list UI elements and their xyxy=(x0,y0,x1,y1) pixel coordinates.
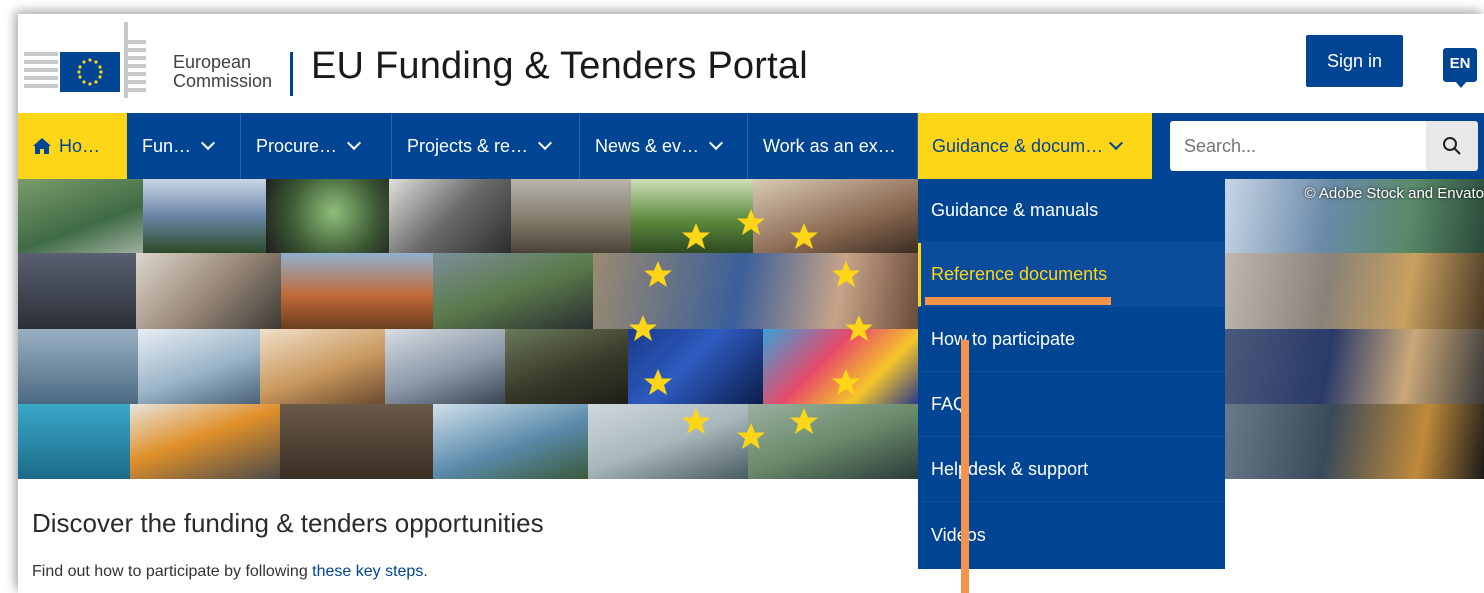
chevron-down-icon xyxy=(1109,135,1124,151)
key-steps-link[interactable]: these key steps xyxy=(312,563,423,580)
intro-text-suffix: . xyxy=(423,563,428,580)
commission-name: European Commission xyxy=(173,53,272,91)
search-button[interactable] xyxy=(1426,121,1478,171)
banner-image-harvest xyxy=(1225,253,1484,329)
banner-image-camera-lens xyxy=(1225,404,1484,479)
hero-banner-collage: © Adobe Stock and Envato xyxy=(18,179,1484,479)
chevron-down-icon xyxy=(200,135,216,151)
eu-stars-overlay xyxy=(629,209,873,449)
header-divider xyxy=(290,52,293,96)
nav-item-news[interactable]: News & ev… xyxy=(581,113,748,179)
search-input[interactable] xyxy=(1170,121,1428,171)
page-heading: Discover the funding & tenders opportuni… xyxy=(32,508,544,538)
main-navigation: Ho… Fun… Procure… Projects & re… News & … xyxy=(18,113,1484,179)
nav-label-news: News & ev… xyxy=(595,135,700,156)
menu-item-guidance-manuals[interactable]: Guidance & manuals xyxy=(918,179,1225,243)
nav-item-home[interactable]: Ho… xyxy=(18,113,127,179)
org-line-2: Commission xyxy=(173,71,273,91)
intro-text-prefix: Find out how to participate by following xyxy=(32,563,313,580)
home-icon xyxy=(33,138,51,154)
nav-item-procurement[interactable]: Procure… xyxy=(242,113,392,179)
sign-in-button[interactable]: Sign in xyxy=(1306,35,1403,87)
nav-label-home: Ho… xyxy=(59,135,101,156)
search-icon xyxy=(1443,137,1461,155)
chevron-down-icon xyxy=(537,135,553,151)
nav-item-projects[interactable]: Projects & re… xyxy=(393,113,580,179)
nav-item-work-as-expert[interactable]: Work as an ex… xyxy=(749,113,918,179)
site-header: European Commission EU Funding & Tenders… xyxy=(18,14,1484,113)
nav-label-projects: Projects & re… xyxy=(407,135,529,156)
annotation-pointer-line xyxy=(961,340,969,593)
european-commission-logo[interactable] xyxy=(24,22,146,98)
nav-label-funding: Fun… xyxy=(142,135,192,156)
language-selector[interactable]: EN xyxy=(1443,48,1477,88)
nav-label-work-as-expert: Work as an ex… xyxy=(763,135,896,156)
annotation-underline xyxy=(925,297,1111,305)
chevron-down-icon xyxy=(346,135,362,151)
nav-item-funding[interactable]: Fun… xyxy=(128,113,241,179)
chevron-down-icon xyxy=(708,135,724,151)
intro-text: Find out how to participate by following… xyxy=(32,563,428,581)
nav-label-procurement: Procure… xyxy=(256,135,338,156)
browser-page: European Commission EU Funding & Tenders… xyxy=(18,14,1484,593)
image-credit: © Adobe Stock and Envato xyxy=(1304,185,1484,202)
portal-title[interactable]: EU Funding & Tenders Portal xyxy=(311,45,808,88)
org-line-1: European xyxy=(173,52,252,72)
nav-label-guidance: Guidance & docum… xyxy=(932,135,1104,156)
banner-image-industry-bike xyxy=(1225,329,1484,404)
nav-item-guidance[interactable]: Guidance & docum… xyxy=(918,113,1152,179)
